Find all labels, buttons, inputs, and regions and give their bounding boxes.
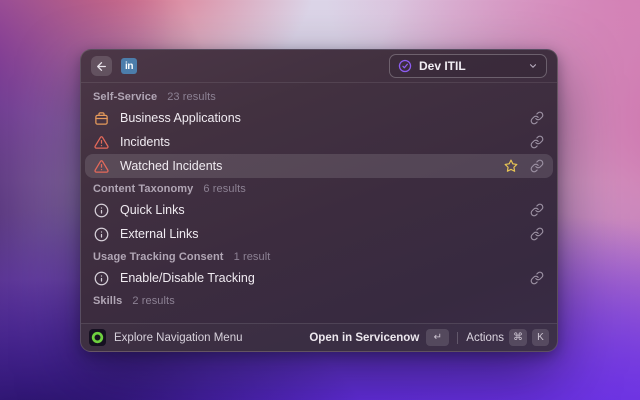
arrow-left-icon [95, 60, 108, 73]
chevron-down-icon [528, 61, 538, 71]
open-in-servicenow-label: Open in Servicenow [309, 331, 420, 344]
open-in-servicenow-button[interactable]: Open in Servicenow ↵ [309, 329, 450, 346]
list-item-label: Enable/Disable Tracking [120, 271, 255, 285]
link-icon [530, 203, 544, 217]
link-icon [530, 227, 544, 241]
section-header-usage-tracking: Usage Tracking Consent 1 result [93, 251, 271, 263]
list-item-business-applications[interactable]: Business Applications [85, 106, 553, 130]
section-count: 23 results [167, 91, 216, 103]
return-key-icon: ↵ [426, 329, 450, 346]
list-item-watched-incidents[interactable]: Watched Incidents [85, 154, 553, 178]
section-count: 2 results [132, 295, 175, 307]
k-key-icon: K [532, 329, 549, 346]
info-icon [94, 203, 109, 218]
section-header-self-service: Self-Service 23 results [93, 91, 216, 103]
servicenow-extension-icon [89, 329, 106, 346]
list-item-label: Watched Incidents [120, 159, 223, 173]
list-item-label: Business Applications [120, 111, 241, 125]
launcher-window: in Dev ITIL Self-Service 23 results Busin… [80, 49, 558, 352]
footer-bar: Explore Navigation Menu Open in Servicen… [81, 323, 557, 351]
section-header-content-taxonomy: Content Taxonomy 6 results [93, 183, 246, 195]
back-button[interactable] [91, 56, 112, 76]
command-key-icon: ⌘ [509, 329, 527, 346]
actions-button[interactable]: Actions ⌘ K [466, 329, 549, 346]
link-icon [530, 135, 544, 149]
link-icon [530, 111, 544, 125]
info-icon [94, 271, 109, 286]
briefcase-icon [94, 111, 109, 126]
check-circle-icon [398, 59, 412, 73]
footer-command-label: Explore Navigation Menu [114, 331, 243, 344]
list-item-label: External Links [120, 227, 199, 241]
linkedin-app-icon: in [121, 58, 137, 74]
list-item-enable-disable-tracking[interactable]: Enable/Disable Tracking [85, 266, 553, 290]
warning-triangle-icon [94, 159, 109, 174]
footer-divider [457, 331, 459, 344]
list-item-label: Quick Links [120, 203, 185, 217]
section-count: 1 result [233, 251, 271, 263]
header-bar: in Dev ITIL [81, 50, 557, 83]
workspace-dropdown[interactable]: Dev ITIL [389, 54, 547, 78]
list-item-incidents[interactable]: Incidents [85, 130, 553, 154]
link-icon [530, 271, 544, 285]
list-item-quick-links[interactable]: Quick Links [85, 198, 553, 222]
warning-triangle-icon [94, 135, 109, 150]
section-count: 6 results [203, 183, 246, 195]
info-icon [94, 227, 109, 242]
actions-label: Actions [466, 331, 504, 344]
list-item-external-links[interactable]: External Links [85, 222, 553, 246]
star-icon [504, 159, 518, 173]
link-icon [530, 159, 544, 173]
list-item-label: Incidents [120, 135, 171, 149]
section-header-skills: Skills 2 results [93, 295, 175, 307]
workspace-dropdown-label: Dev ITIL [419, 59, 466, 73]
results-list: Self-Service 23 results Business Applicat… [81, 83, 557, 323]
